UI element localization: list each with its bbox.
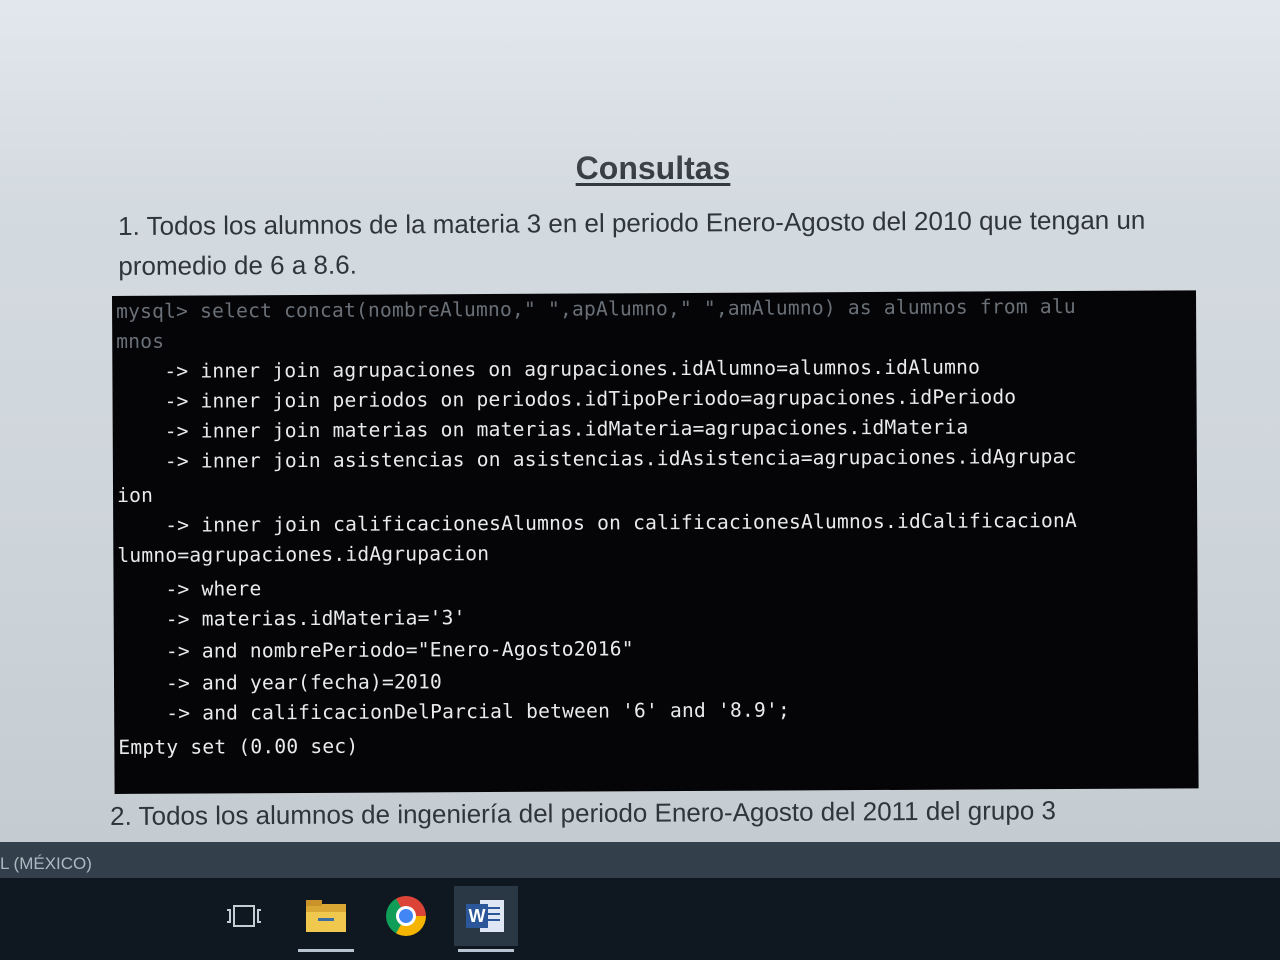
terminal-line: -> where (117, 577, 262, 601)
language-indicator[interactable]: L (MÉXICO) (0, 854, 92, 874)
taskbar: W (0, 878, 1280, 960)
question-1: 1. Todos los alumnos de la materia 3 en … (118, 204, 1146, 281)
chrome-button[interactable] (374, 886, 438, 946)
terminal-line: -> inner join calificacionesAlumnos on c… (117, 508, 1077, 537)
terminal-screenshot: mysql> select concat(nombreAlumno," ",ap… (112, 290, 1199, 794)
terminal-line: -> and nombrePeriodo="Enero-Agosto2016" (117, 637, 634, 663)
chrome-icon (386, 896, 426, 936)
file-explorer-button[interactable] (294, 886, 358, 952)
terminal-line: mnos (116, 329, 165, 353)
terminal-line: lumno=agrupaciones.idAgrupacion (117, 542, 490, 567)
folder-icon (306, 900, 346, 932)
terminal-line: -> inner join agrupaciones on agrupacion… (116, 355, 981, 383)
terminal-line: -> and calificacionDelParcial between '6… (118, 698, 791, 725)
terminal-line: mysql> select concat(nombreAlumno," ",ap… (116, 294, 1076, 323)
terminal-line: ion (116, 483, 154, 507)
task-view-button[interactable] (212, 886, 276, 946)
question-2: 2. Todos los alumnos de ingeniería del p… (110, 795, 1057, 831)
page-title: Consultas (575, 150, 731, 186)
terminal-line: -> inner join materias on materias.idMat… (116, 415, 969, 443)
document-page: Consultas 1. Todos los alumnos de la mat… (0, 0, 1280, 850)
word-button[interactable]: W (454, 886, 518, 952)
terminal-line: Empty set (0.00 sec) (118, 734, 359, 759)
word-icon: W (466, 898, 506, 934)
terminal-line: -> materias.idMateria='3' (117, 606, 466, 631)
word-badge: W (466, 904, 488, 928)
task-view-icon (227, 903, 261, 929)
terminal-line: -> inner join asistencias on asistencias… (116, 444, 1077, 473)
terminal-line: -> inner join periodos on periodos.idTip… (116, 385, 1017, 413)
terminal-line: -> and year(fecha)=2010 (117, 670, 442, 695)
status-bar: L (MÉXICO) (0, 842, 1280, 882)
